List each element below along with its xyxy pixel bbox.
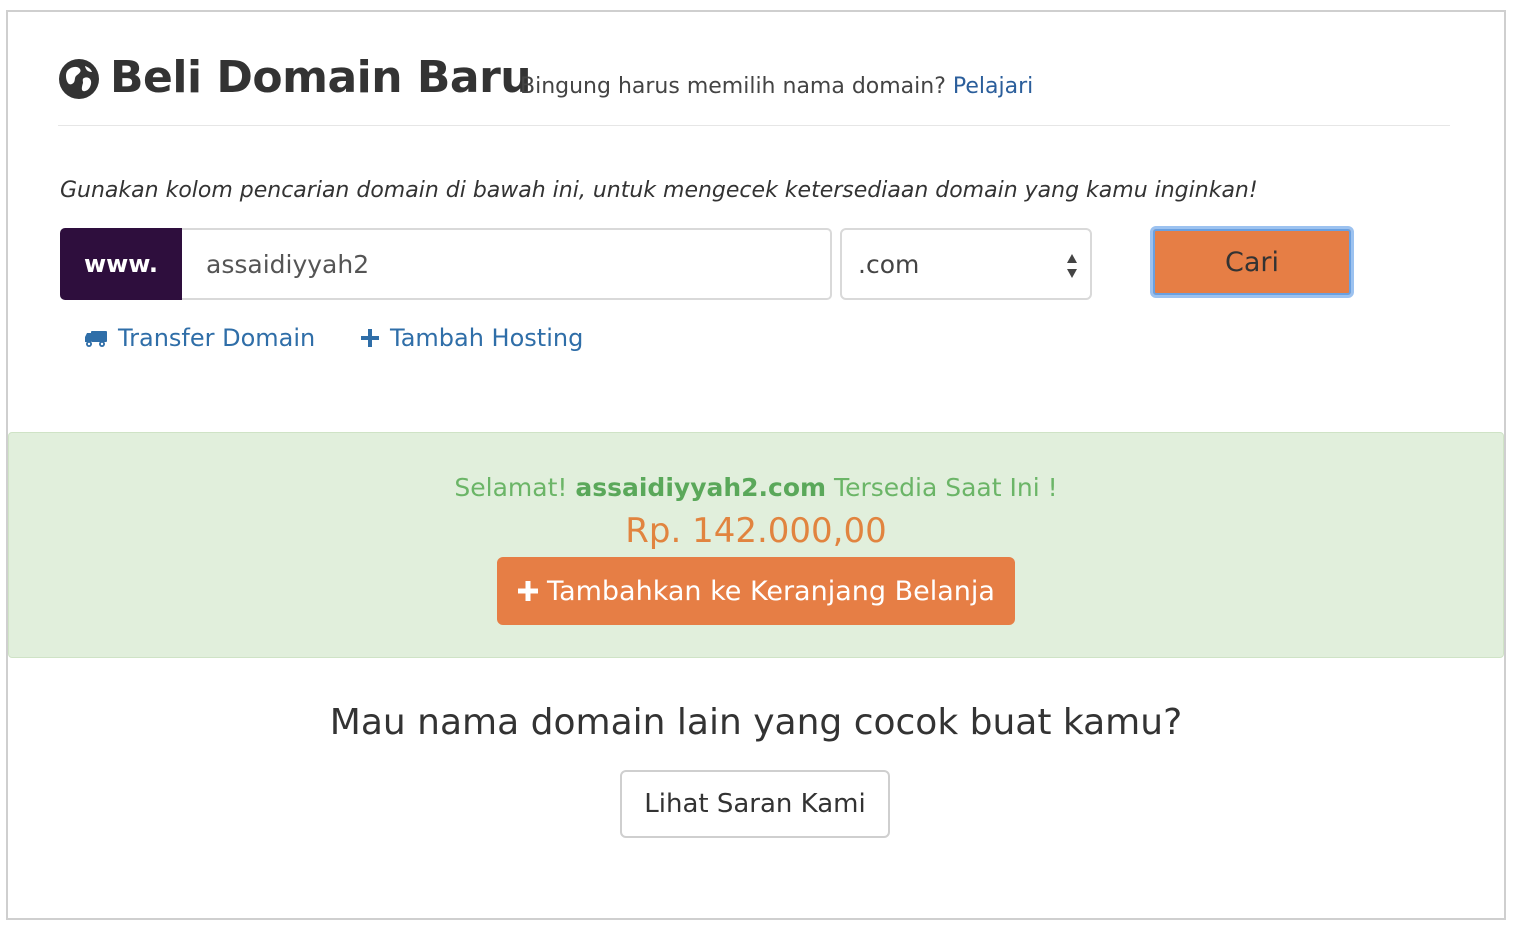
plus-icon	[361, 329, 379, 347]
page-title: Beli Domain Baru	[110, 52, 532, 103]
search-instruction: Gunakan kolom pencarian domain di bawah …	[60, 178, 1258, 203]
view-suggestions-button[interactable]: Lihat Saran Kami	[620, 770, 890, 838]
add-hosting-label: Tambah Hosting	[390, 324, 584, 352]
www-prefix: www.	[60, 228, 182, 300]
tld-selected-value: .com	[858, 249, 920, 279]
search-button[interactable]: Cari	[1150, 226, 1354, 298]
domain-search-input[interactable]: assaidiyyah2	[182, 228, 832, 300]
select-arrows-icon	[1067, 254, 1077, 278]
learn-link[interactable]: Pelajari	[953, 74, 1033, 99]
add-to-cart-button[interactable]: Tambahkan ke Keranjang Belanja	[497, 557, 1015, 625]
domain-search-panel: Beli Domain Baru Bingung harus memilih n…	[6, 10, 1506, 920]
tld-select[interactable]: .com	[840, 228, 1092, 300]
result-prefix: Selamat!	[454, 473, 568, 502]
availability-result: Selamat! assaidiyyah2.com Tersedia Saat …	[8, 432, 1504, 658]
globe-icon	[59, 59, 99, 99]
subtitle-text: Bingung harus memilih nama domain?	[520, 74, 946, 99]
suggestion-question: Mau nama domain lain yang cocok buat kam…	[329, 702, 1183, 743]
availability-message: Selamat! assaidiyyah2.com Tersedia Saat …	[9, 473, 1503, 502]
page-subtitle: Bingung harus memilih nama domain? Pelaj…	[520, 74, 1033, 99]
transfer-domain-link[interactable]: Transfer Domain	[84, 324, 315, 352]
add-to-cart-label: Tambahkan ke Keranjang Belanja	[547, 575, 995, 607]
result-suffix: Tersedia Saat Ini !	[834, 473, 1058, 502]
add-hosting-link[interactable]: Tambah Hosting	[360, 324, 583, 352]
plus-icon	[518, 581, 539, 601]
transfer-domain-label: Transfer Domain	[118, 324, 316, 352]
truck-icon	[85, 331, 107, 347]
domain-price: Rp. 142.000,00	[625, 511, 887, 551]
result-domain: assaidiyyah2.com	[575, 473, 827, 502]
page-header: Beli Domain Baru Bingung harus memilih n…	[58, 52, 1450, 126]
